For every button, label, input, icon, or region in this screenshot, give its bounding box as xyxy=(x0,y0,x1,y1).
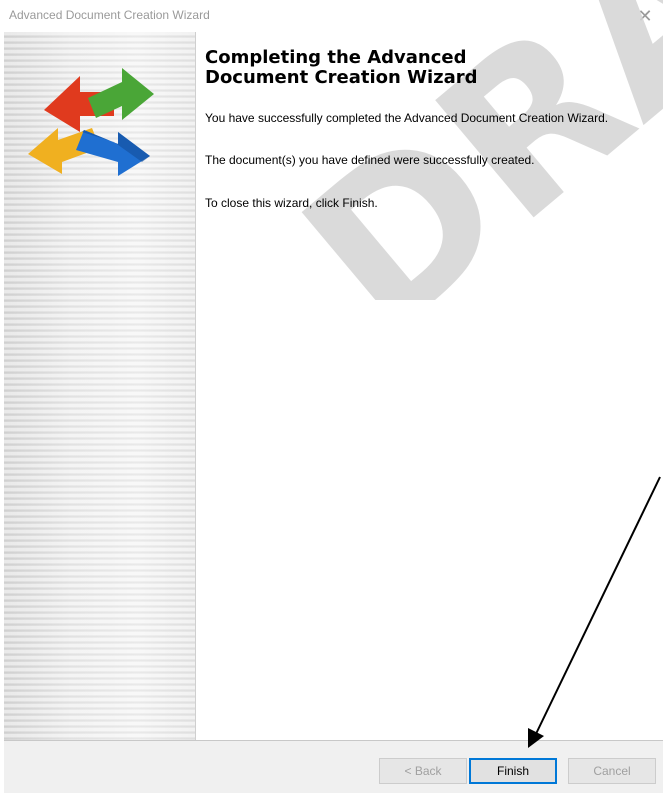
close-instruction: To close this wizard, click Finish. xyxy=(205,196,378,210)
window-title: Advanced Document Creation Wizard xyxy=(9,8,210,22)
draft-watermark: DRAFT xyxy=(260,0,663,300)
documents-created-message: The document(s) you have defined were su… xyxy=(205,153,535,167)
four-arrows-logo-icon xyxy=(28,68,154,176)
watermark-text: DRAFT xyxy=(260,0,663,300)
close-button[interactable]: ✕ xyxy=(627,0,663,32)
page-title-line-1: Completing the Advanced xyxy=(205,47,467,68)
finish-button[interactable]: Finish xyxy=(469,758,557,784)
close-icon: ✕ xyxy=(637,5,653,26)
cancel-button[interactable]: Cancel xyxy=(568,758,656,784)
title-bar: Advanced Document Creation Wizard ✕ xyxy=(0,0,663,32)
page-title-line-2: Document Creation Wizard xyxy=(205,67,478,88)
page-title: Completing the Advanced Document Creatio… xyxy=(205,48,655,88)
wizard-side-panel xyxy=(4,32,196,740)
completion-message: You have successfully completed the Adva… xyxy=(205,111,609,125)
wizard-content: Completing the Advanced Document Creatio… xyxy=(205,48,655,211)
button-bar: < Back Finish Cancel xyxy=(4,740,663,793)
back-button[interactable]: < Back xyxy=(379,758,467,784)
